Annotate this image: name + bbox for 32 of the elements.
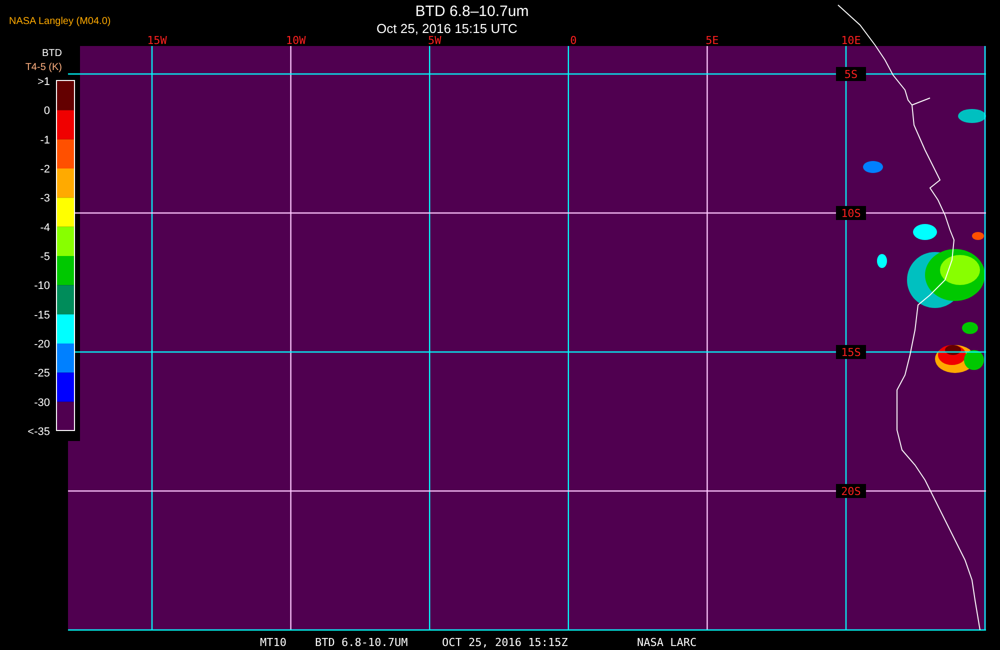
latitude-label: 20S (836, 484, 866, 498)
footer-text: OCT 25, 2016 15:15Z (442, 636, 568, 649)
legend-label: -4 (40, 222, 50, 234)
chart-title: BTD 6.8–10.7um (415, 3, 529, 20)
longitude-label: 0 (570, 34, 577, 47)
footer-text: BTD 6.8-10.7UM (315, 636, 408, 649)
footer-text: MT10 (260, 636, 286, 649)
longitude-label: 5E (706, 34, 719, 47)
longitude-label: 15W (147, 34, 167, 47)
legend-label: >1 (37, 76, 50, 88)
latitude-label: 5S (836, 67, 866, 81)
legend-label: -1 (40, 134, 50, 146)
legend-label: -30 (34, 396, 50, 409)
legend-label: -10 (34, 280, 50, 292)
legend-label: <-35 (28, 426, 50, 438)
legend-label: -2 (40, 164, 50, 176)
longitude-label: 10E (841, 34, 861, 47)
latitude-label: 15S (836, 345, 866, 359)
legend-label: -20 (34, 338, 50, 350)
longitude-label: 5W (428, 34, 442, 47)
longitude-label: 10W (286, 34, 306, 47)
legend-label: -5 (40, 251, 50, 263)
legend-label: -25 (34, 368, 50, 380)
footer-text: NASA LARC (637, 636, 697, 649)
legend-label: 0 (44, 105, 50, 118)
latitude-label: 10S (836, 206, 866, 220)
legend-label: -15 (34, 309, 50, 322)
timestamp: Oct 25, 2016 15:15 UTC (376, 21, 518, 36)
legend-units: T4-5 (K) (25, 62, 62, 73)
legend-label: -3 (40, 192, 50, 205)
source-label: NASA Langley (M04.0) (9, 16, 111, 27)
legend-title: BTD (42, 48, 62, 59)
